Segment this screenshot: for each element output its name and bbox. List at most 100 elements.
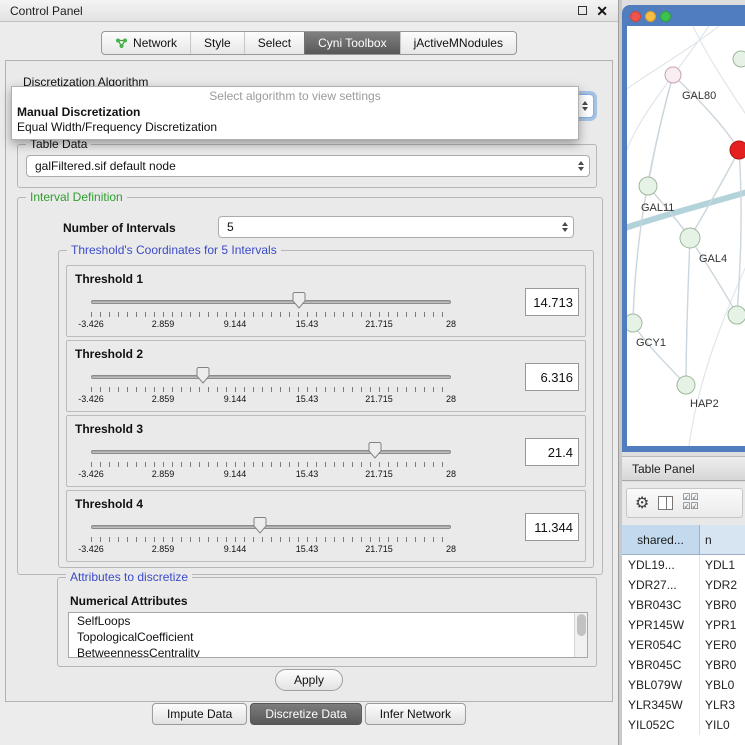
threshold-label: Threshold 3: [75, 422, 143, 436]
slider-thumb[interactable]: [369, 442, 382, 459]
network-node-selected[interactable]: [730, 141, 745, 159]
slider-track[interactable]: [91, 450, 451, 454]
threshold-value-input[interactable]: [525, 513, 579, 541]
slider-scale-label: 9.144: [224, 394, 247, 404]
threshold-slider[interactable]: -3.4262.8599.14415.4321.71528: [91, 517, 451, 559]
combo-stepper-icon[interactable]: [557, 222, 573, 232]
column-header-name[interactable]: n: [700, 525, 745, 554]
table-row[interactable]: YBR045CYBR0: [622, 655, 745, 675]
combo-stepper-icon[interactable]: [577, 101, 593, 111]
network-node[interactable]: [733, 51, 745, 67]
network-edge[interactable]: [689, 264, 745, 446]
apply-button-label: Apply: [294, 673, 324, 687]
attribute-item[interactable]: SelfLoops: [69, 613, 587, 629]
network-edge[interactable]: [737, 150, 741, 315]
network-node[interactable]: [677, 376, 695, 394]
column-header-shared-name[interactable]: shared...: [622, 525, 700, 554]
scrollbar-thumb[interactable]: [577, 614, 586, 636]
threshold-panel: Threshold 4 -3.4262.8599.14415.4321.7152…: [66, 490, 586, 562]
checkbox-icon[interactable]: ☑: [690, 503, 698, 512]
mac-zoom-button[interactable]: [660, 11, 671, 22]
slider-scale-label: 2.859: [152, 544, 175, 554]
number-of-intervals-combobox[interactable]: 5: [218, 216, 574, 238]
attribute-item[interactable]: BetweennessCentrality: [69, 645, 587, 658]
network-edge[interactable]: [690, 238, 737, 315]
slider-scale-label: 9.144: [224, 544, 247, 554]
control-panel-titlebar: Control Panel ✕: [0, 0, 618, 22]
tab-cyni-toolbox[interactable]: Cyni Toolbox: [304, 32, 399, 54]
network-icon: [115, 37, 128, 49]
network-node[interactable]: [665, 67, 681, 83]
tab-label: Select: [258, 36, 291, 50]
float-window-icon[interactable]: [578, 6, 587, 15]
network-node[interactable]: [627, 314, 642, 332]
table-header-row: shared... n: [622, 525, 745, 555]
network-edge[interactable]: [686, 238, 690, 385]
network-edge[interactable]: [673, 75, 739, 150]
tab-label: jActiveMNodules: [414, 36, 503, 50]
tab-impute-data[interactable]: Impute Data: [152, 703, 247, 725]
select-columns-icons[interactable]: ☑ ☑ ☑ ☑: [682, 494, 704, 512]
checkbox-icon[interactable]: ☑: [682, 503, 690, 512]
tab-select[interactable]: Select: [244, 32, 304, 54]
tab-discretize-data[interactable]: Discretize Data: [250, 703, 361, 725]
table-row[interactable]: YDL19...YDL1: [622, 555, 745, 575]
slider-track[interactable]: [91, 525, 451, 529]
tab-network[interactable]: Network: [102, 32, 190, 54]
slider-track[interactable]: [91, 300, 451, 304]
slider-scale-label: 28: [446, 469, 456, 479]
popup-option-equal-width[interactable]: Equal Width/Frequency Discretization: [12, 119, 578, 134]
slider-thumb[interactable]: [196, 367, 209, 384]
network-canvas[interactable]: GAL80 GAL11 GAL4 GCY1 HAP2: [627, 26, 745, 446]
table-row[interactable]: YLR345WYLR3: [622, 695, 745, 715]
tab-style[interactable]: Style: [190, 32, 244, 54]
slider-scale-label: -3.426: [78, 394, 104, 404]
slider-track[interactable]: [91, 375, 451, 379]
table-cell: YER054C: [622, 635, 700, 655]
network-edge[interactable]: [633, 323, 686, 385]
table-cell: YBR043C: [622, 595, 700, 615]
table-row[interactable]: YIL052CYIL0: [622, 715, 745, 735]
table-row[interactable]: YBL079WYBL0: [622, 675, 745, 695]
table-data-group: Table Data galFiltered.sif default node: [17, 144, 597, 188]
threshold-value-input[interactable]: [525, 438, 579, 466]
threshold-slider[interactable]: -3.4262.8599.14415.4321.71528: [91, 442, 451, 484]
network-node[interactable]: [639, 177, 657, 195]
combo-stepper-icon[interactable]: [573, 161, 589, 171]
thresholds-list: Threshold 1 -3.4262.8599.14415.4321.7152…: [66, 265, 586, 565]
gear-icon[interactable]: ⚙: [635, 495, 649, 511]
close-icon[interactable]: ✕: [596, 4, 608, 18]
slider-thumb[interactable]: [292, 292, 305, 309]
columns-icon[interactable]: [658, 496, 673, 510]
table-row[interactable]: YBR043CYBR0: [622, 595, 745, 615]
node-label: GAL4: [699, 253, 727, 265]
threshold-panel: Threshold 2 -3.4262.8599.14415.4321.7152…: [66, 340, 586, 412]
table-row[interactable]: YER054CYER0: [622, 635, 745, 655]
network-edge[interactable]: [633, 75, 673, 323]
threshold-slider[interactable]: -3.4262.8599.14415.4321.71528: [91, 292, 451, 334]
table-cell: YBR0: [700, 595, 745, 615]
threshold-value-input[interactable]: [525, 288, 579, 316]
numerical-attributes-label: Numerical Attributes: [70, 594, 188, 608]
mac-minimize-button[interactable]: [645, 11, 656, 22]
tab-infer-network[interactable]: Infer Network: [365, 703, 466, 725]
table-data-combobox[interactable]: galFiltered.sif default node: [26, 155, 590, 177]
attribute-list-scrollbar[interactable]: [574, 613, 587, 657]
mac-close-button[interactable]: [630, 11, 641, 22]
slider-scale: -3.4262.8599.14415.4321.71528: [91, 544, 451, 555]
threshold-value-input[interactable]: [525, 363, 579, 391]
apply-button[interactable]: Apply: [275, 669, 343, 691]
tab-label: Infer Network: [380, 707, 451, 721]
tab-label: Impute Data: [167, 707, 232, 721]
popup-option-manual-discretization[interactable]: Manual Discretization: [12, 104, 578, 119]
attribute-list[interactable]: SelfLoopsTopologicalCoefficientBetweenne…: [68, 612, 588, 658]
network-node[interactable]: [680, 228, 700, 248]
threshold-slider[interactable]: -3.4262.8599.14415.4321.71528: [91, 367, 451, 409]
table-row[interactable]: YPR145WYPR1: [622, 615, 745, 635]
attribute-item[interactable]: TopologicalCoefficient: [69, 629, 587, 645]
table-row[interactable]: YDR27...YDR2: [622, 575, 745, 595]
tab-jactivemnodules[interactable]: jActiveMNodules: [400, 32, 516, 54]
node-label: GAL80: [682, 90, 716, 102]
network-node[interactable]: [728, 306, 745, 324]
slider-thumb[interactable]: [254, 517, 267, 534]
